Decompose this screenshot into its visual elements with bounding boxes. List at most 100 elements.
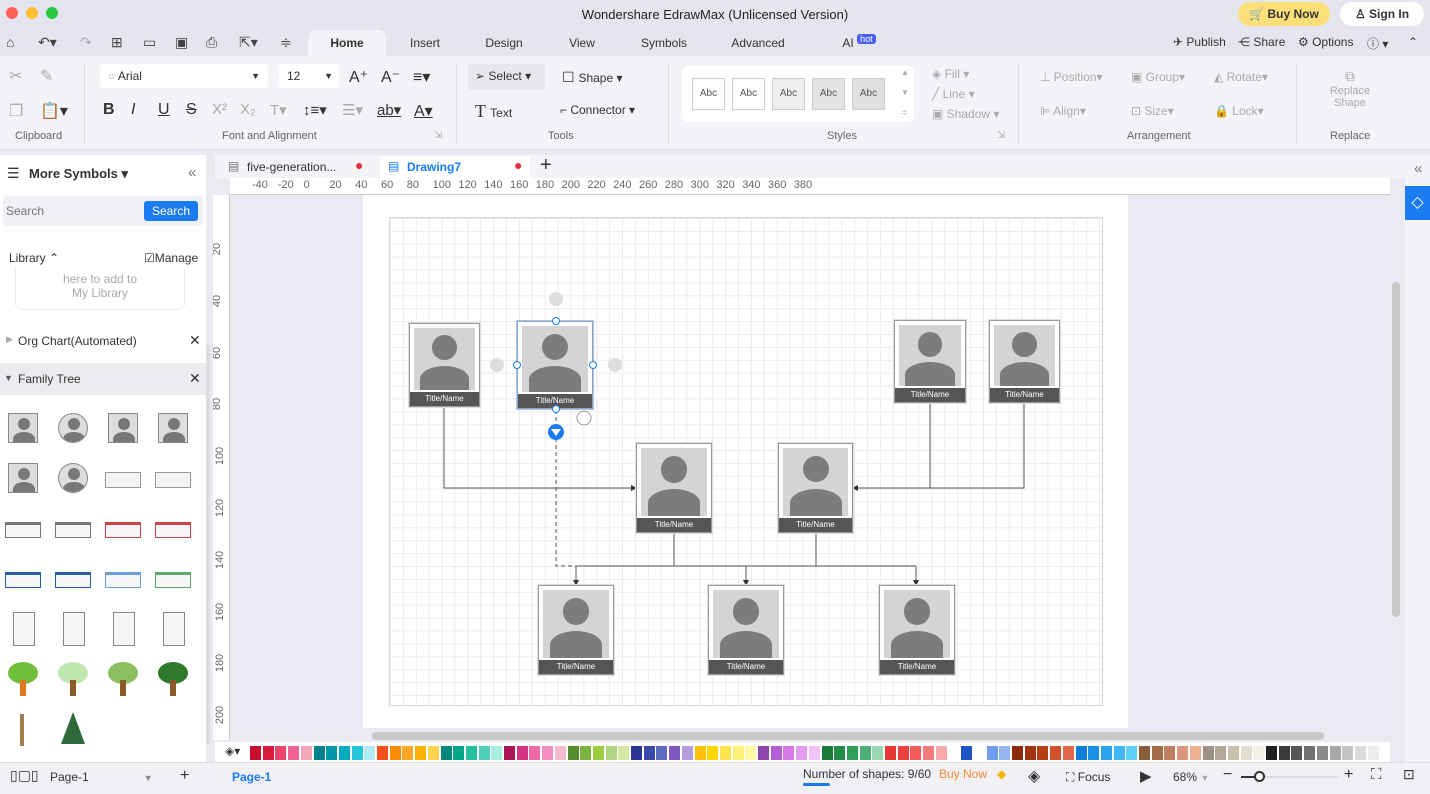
color-swatch[interactable] bbox=[1291, 746, 1303, 760]
color-swatch[interactable] bbox=[1367, 746, 1379, 760]
color-swatch[interactable] bbox=[618, 746, 630, 760]
color-swatch[interactable] bbox=[1024, 746, 1036, 760]
color-swatch[interactable] bbox=[999, 746, 1011, 760]
color-swatch[interactable] bbox=[796, 746, 808, 760]
color-swatch[interactable] bbox=[465, 746, 477, 760]
vertical-scrollbar[interactable] bbox=[1392, 282, 1400, 617]
fill-bucket-icon[interactable]: ◈▾ bbox=[225, 744, 240, 758]
page-select[interactable]: Page-1 ▼ bbox=[50, 770, 153, 784]
color-swatch[interactable] bbox=[262, 746, 274, 760]
zoom-in-button[interactable]: + bbox=[1344, 766, 1353, 784]
zoom-select[interactable]: 68% ▼ bbox=[1173, 770, 1209, 784]
color-swatch[interactable] bbox=[885, 746, 896, 760]
color-swatch[interactable] bbox=[1304, 746, 1316, 760]
color-swatch[interactable] bbox=[275, 746, 287, 760]
person-node[interactable]: Title/Name bbox=[989, 320, 1060, 403]
page-tab[interactable]: Page-1 bbox=[232, 770, 271, 784]
color-swatch[interactable] bbox=[923, 746, 935, 760]
color-swatch[interactable] bbox=[1075, 746, 1087, 760]
color-swatch[interactable] bbox=[808, 746, 820, 760]
color-swatch[interactable] bbox=[377, 746, 388, 760]
focus-button[interactable]: ⛶ Focus bbox=[1066, 770, 1110, 785]
color-swatch[interactable] bbox=[973, 746, 985, 760]
color-swatch[interactable] bbox=[440, 746, 452, 760]
color-swatch[interactable] bbox=[300, 746, 312, 760]
color-swatch[interactable] bbox=[1227, 746, 1239, 760]
color-swatch[interactable] bbox=[935, 746, 947, 760]
person-node[interactable]: Title/Name bbox=[517, 321, 593, 409]
color-swatch[interactable] bbox=[732, 746, 744, 760]
color-swatch[interactable] bbox=[1342, 746, 1354, 760]
color-swatch[interactable] bbox=[1266, 746, 1277, 760]
color-swatch[interactable] bbox=[1126, 746, 1138, 760]
color-swatch[interactable] bbox=[1240, 746, 1252, 760]
zoom-out-button[interactable]: − bbox=[1223, 766, 1232, 784]
color-swatch[interactable] bbox=[478, 746, 490, 760]
color-swatch[interactable] bbox=[846, 746, 858, 760]
color-swatch[interactable] bbox=[631, 746, 642, 760]
fullscreen-icon[interactable]: ⛶ bbox=[1371, 766, 1382, 783]
color-swatch[interactable] bbox=[1100, 746, 1112, 760]
color-swatch[interactable] bbox=[770, 746, 782, 760]
buy-now-link[interactable]: Buy Now bbox=[939, 767, 987, 781]
person-node[interactable]: Title/Name bbox=[894, 320, 966, 403]
color-swatch[interactable] bbox=[1113, 746, 1125, 760]
color-swatch[interactable] bbox=[1037, 746, 1049, 760]
color-swatch[interactable] bbox=[986, 746, 998, 760]
person-node[interactable]: Title/Name bbox=[636, 443, 712, 533]
color-swatch[interactable] bbox=[415, 746, 427, 760]
color-swatch[interactable] bbox=[1189, 746, 1201, 760]
color-swatch[interactable] bbox=[364, 746, 376, 760]
color-swatch[interactable] bbox=[1278, 746, 1290, 760]
color-swatch[interactable] bbox=[783, 746, 795, 760]
color-swatch[interactable] bbox=[1012, 746, 1023, 760]
play-icon[interactable]: ▶ bbox=[1140, 767, 1152, 785]
person-node[interactable]: Title/Name bbox=[879, 585, 955, 675]
color-swatch[interactable] bbox=[1253, 746, 1265, 760]
color-swatch[interactable] bbox=[504, 746, 515, 760]
format-panel-icon[interactable]: ◇ bbox=[1405, 186, 1430, 220]
add-page-button[interactable]: + bbox=[180, 767, 189, 785]
fit-width-icon[interactable]: ⊡ bbox=[1403, 766, 1415, 783]
color-swatch[interactable] bbox=[351, 746, 363, 760]
color-swatch[interactable] bbox=[897, 746, 909, 760]
color-swatch[interactable] bbox=[516, 746, 528, 760]
person-node[interactable]: Title/Name bbox=[409, 323, 480, 407]
color-swatch[interactable] bbox=[1354, 746, 1366, 760]
color-swatch[interactable] bbox=[326, 746, 338, 760]
horizontal-scrollbar[interactable] bbox=[372, 732, 1324, 740]
color-swatch[interactable] bbox=[1215, 746, 1227, 760]
color-swatch[interactable] bbox=[554, 746, 566, 760]
color-swatch[interactable] bbox=[402, 746, 414, 760]
color-swatch[interactable] bbox=[427, 746, 439, 760]
person-node[interactable]: Title/Name bbox=[538, 585, 614, 675]
color-swatch[interactable] bbox=[1050, 746, 1062, 760]
color-swatch[interactable] bbox=[338, 746, 350, 760]
zoom-slider[interactable] bbox=[1241, 771, 1339, 782]
color-swatch[interactable] bbox=[1329, 746, 1341, 760]
color-swatch[interactable] bbox=[250, 746, 261, 760]
color-swatch[interactable] bbox=[1316, 746, 1328, 760]
expand-panel-icon[interactable]: « bbox=[1414, 160, 1422, 177]
color-swatch[interactable] bbox=[313, 746, 325, 760]
color-swatch[interactable] bbox=[643, 746, 655, 760]
color-swatch[interactable] bbox=[872, 746, 884, 760]
color-swatch[interactable] bbox=[910, 746, 922, 760]
color-swatch[interactable] bbox=[1202, 746, 1214, 760]
color-swatch[interactable] bbox=[1088, 746, 1100, 760]
color-swatch[interactable] bbox=[669, 746, 681, 760]
color-swatch[interactable] bbox=[834, 746, 846, 760]
zoom-slider-thumb[interactable] bbox=[1254, 771, 1265, 782]
color-swatch[interactable] bbox=[605, 746, 617, 760]
layers-icon[interactable]: ◈ bbox=[1028, 766, 1040, 786]
person-node[interactable]: Title/Name bbox=[708, 585, 784, 675]
color-swatch[interactable] bbox=[453, 746, 465, 760]
color-swatch[interactable] bbox=[1164, 746, 1176, 760]
color-swatch[interactable] bbox=[681, 746, 693, 760]
page-panel-icon[interactable]: ▯▢▯ bbox=[10, 767, 39, 784]
color-swatch[interactable] bbox=[821, 746, 833, 760]
color-swatch[interactable] bbox=[529, 746, 541, 760]
color-swatch[interactable] bbox=[491, 746, 503, 760]
color-swatch[interactable] bbox=[694, 746, 706, 760]
person-node[interactable]: Title/Name bbox=[778, 443, 853, 533]
